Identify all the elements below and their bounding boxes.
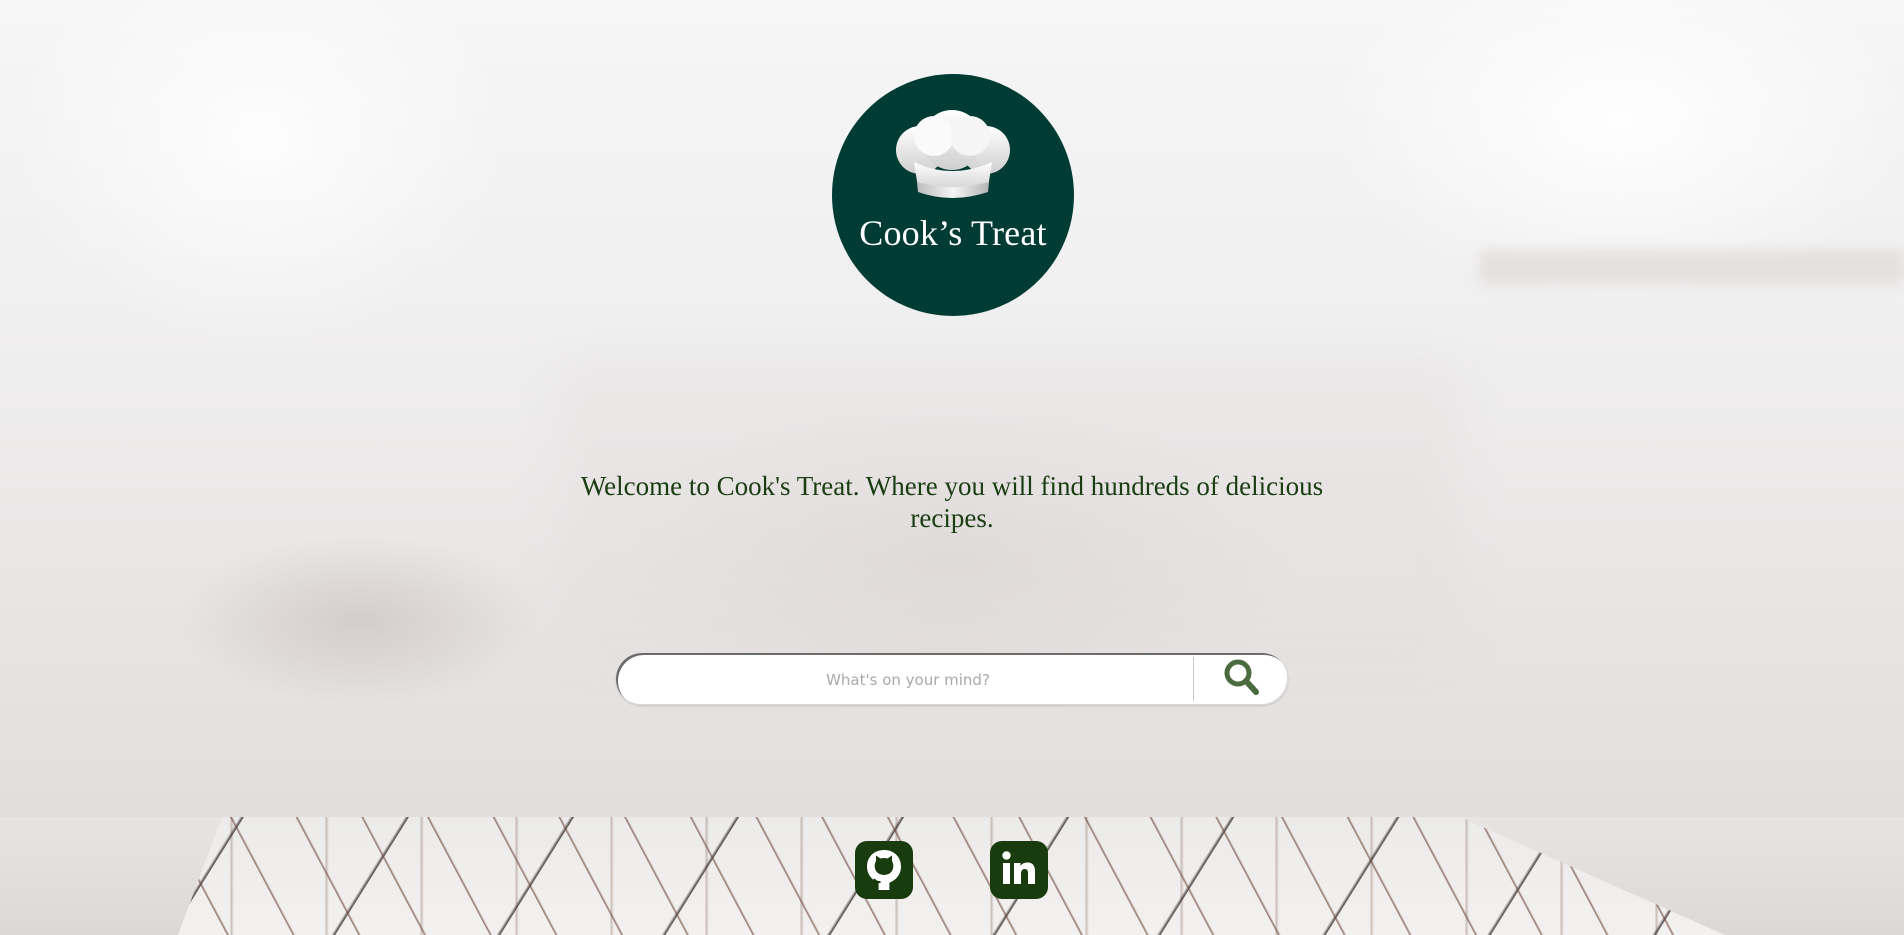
chef-hat-icon	[890, 110, 1016, 207]
welcome-message: Welcome to Cook's Treat. Where you will …	[580, 471, 1324, 533]
search-icon	[1221, 657, 1261, 702]
site-logo[interactable]: Cook’s Treat	[832, 74, 1074, 316]
brand-name: Cook’s Treat	[859, 213, 1047, 253]
github-icon	[862, 846, 906, 895]
search-button[interactable]	[1194, 653, 1288, 705]
linkedin-icon	[999, 848, 1039, 893]
github-link[interactable]	[855, 841, 913, 899]
search-bar	[616, 653, 1288, 705]
linkedin-link[interactable]	[990, 841, 1048, 899]
search-input[interactable]	[620, 657, 1196, 703]
